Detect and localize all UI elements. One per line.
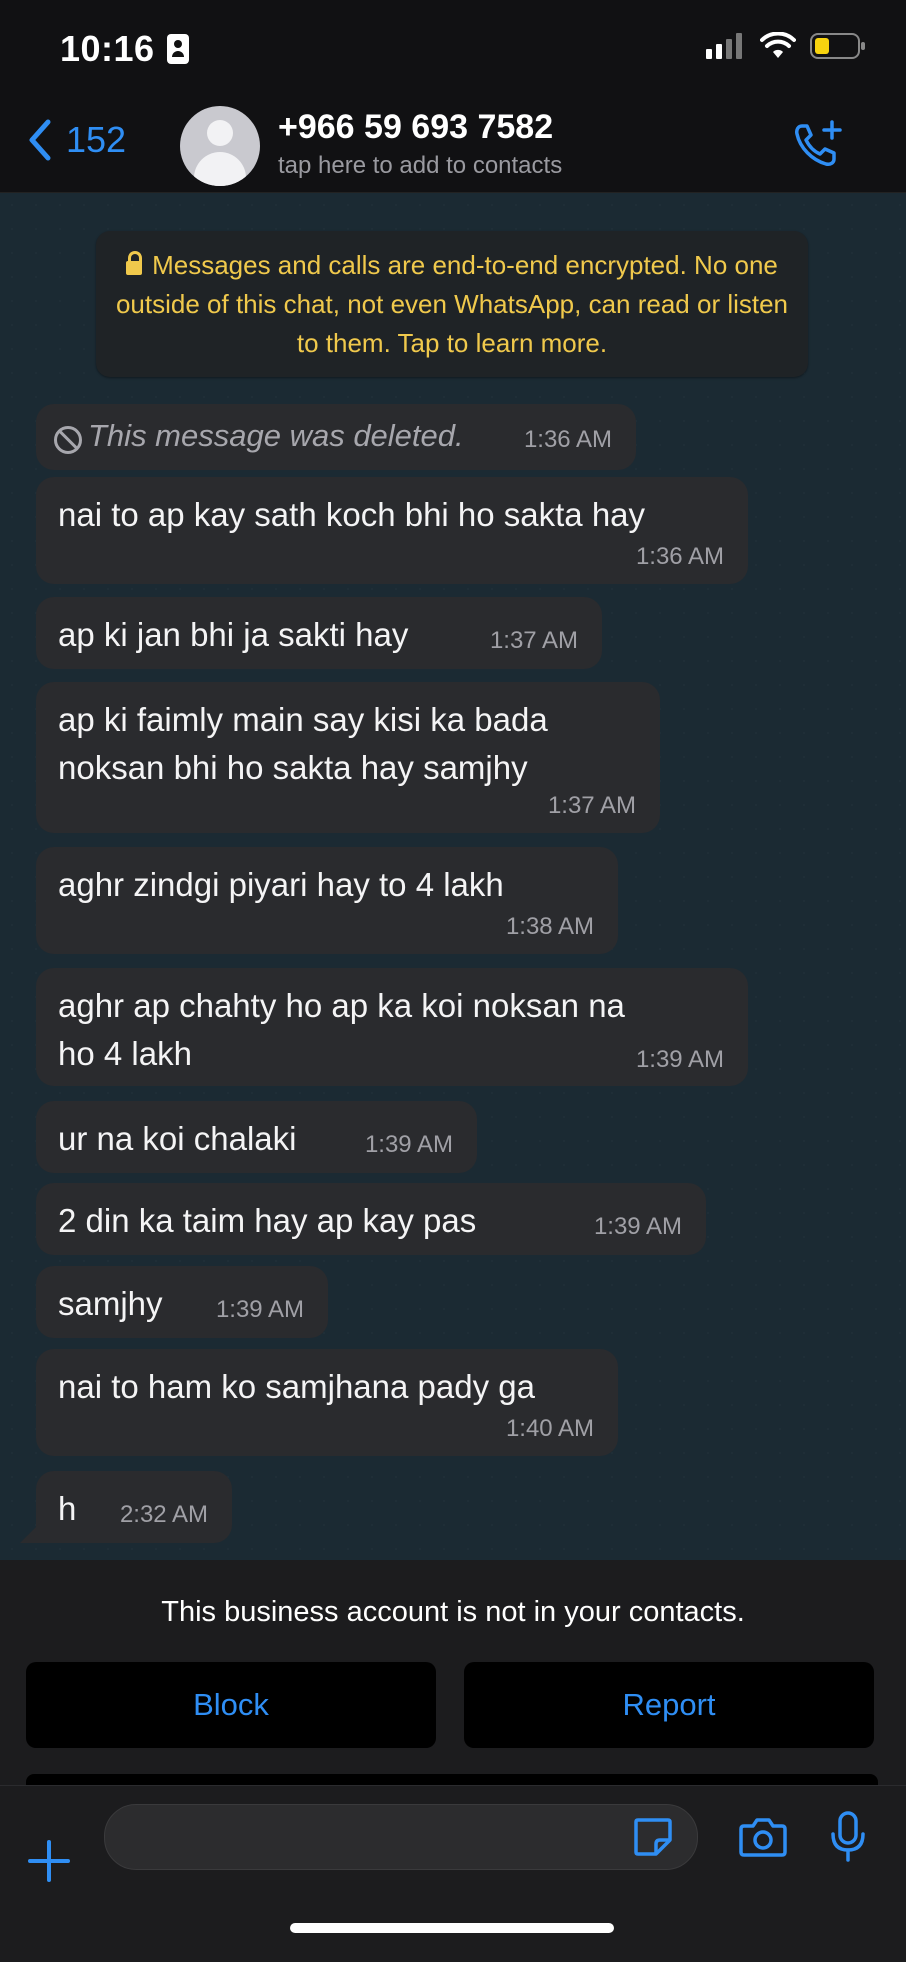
message-bubble[interactable]: aghr zindgi piyari hay to 4 lakh 1:38 AM <box>36 847 618 954</box>
message-time: 1:39 AM <box>635 1046 724 1073</box>
wifi-icon <box>760 32 796 58</box>
message-bubble[interactable]: 2 din ka taim hay ap kay pas 1:39 AM <box>36 1183 706 1255</box>
back-button[interactable]: 152 <box>26 118 126 162</box>
status-bar: 10:16 <box>0 0 906 100</box>
message-time: 1:37 AM <box>547 792 636 819</box>
message-text: nai to ham ko samjhana pady ga <box>58 1368 535 1405</box>
message-bubble[interactable]: nai to ham ko samjhana pady ga 1:40 AM <box>36 1349 618 1456</box>
message-bubble[interactable]: samjhy 1:39 AM <box>36 1266 328 1338</box>
deleted-message-icon <box>54 426 82 454</box>
battery-icon <box>810 33 865 59</box>
message-text-line1: ap ki faimly main say kisi ka bada <box>58 701 548 738</box>
encryption-notice[interactable]: Messages and calls are end-to-end encryp… <box>96 231 808 377</box>
message-bubble[interactable]: aghr ap chahty ho ap ka koi noksan na ho… <box>36 968 748 1086</box>
message-input-bar <box>0 1785 906 1962</box>
message-text: h <box>58 1490 77 1527</box>
message-text: samjhy <box>58 1285 163 1322</box>
message-bubble-deleted[interactable]: This message was deleted. 1:36 AM <box>36 404 636 470</box>
contact-name[interactable]: +966 59 693 7582 <box>278 108 553 147</box>
sticker-icon[interactable] <box>632 1816 674 1858</box>
contact-subtitle[interactable]: tap here to add to contacts <box>278 152 562 180</box>
microphone-icon[interactable] <box>828 1810 868 1864</box>
camera-icon[interactable] <box>738 1816 788 1858</box>
message-text-line1: aghr ap chahty ho ap ka koi noksan na <box>58 987 625 1024</box>
message-time: 1:38 AM <box>505 913 594 940</box>
message-text-line2: noksan bhi ho sakta hay samjhy <box>58 749 528 786</box>
plus-icon[interactable] <box>26 1838 72 1884</box>
message-bubble[interactable]: ur na koi chalaki 1:39 AM <box>36 1101 477 1173</box>
avatar-head-shape <box>207 120 233 146</box>
message-time: 1:39 AM <box>215 1296 304 1323</box>
signal-icon <box>706 33 742 59</box>
chat-header: 152 +966 59 693 7582 tap here to add to … <box>0 100 906 193</box>
home-indicator[interactable] <box>290 1923 614 1933</box>
message-text: ur na koi chalaki <box>58 1120 297 1157</box>
message-text: nai to ap kay sath koch bhi ho sakta hay <box>58 496 646 533</box>
status-time: 10:16 <box>60 28 189 70</box>
message-text: ap ki jan bhi ja sakti hay <box>58 616 409 653</box>
message-time: 1:37 AM <box>489 627 578 654</box>
message-time: 2:32 AM <box>119 1501 208 1528</box>
message-time: 1:36 AM <box>523 426 612 453</box>
bubble-tail <box>20 1521 42 1543</box>
add-call-icon[interactable] <box>792 118 844 170</box>
business-account-panel: This business account is not in your con… <box>0 1560 906 1786</box>
message-text: This message was deleted. <box>88 418 464 453</box>
message-time: 1:40 AM <box>505 1415 594 1442</box>
message-text: aghr zindgi piyari hay to 4 lakh <box>58 866 504 903</box>
message-time: 1:39 AM <box>364 1131 453 1158</box>
block-button[interactable]: Block <box>26 1662 436 1748</box>
message-time: 1:39 AM <box>593 1213 682 1240</box>
status-icons <box>706 32 866 60</box>
contact-card-icon <box>166 34 189 64</box>
message-bubble[interactable]: ap ki faimly main say kisi ka bada noksa… <box>36 682 660 833</box>
message-text-line2: ho 4 lakh <box>58 1035 192 1072</box>
message-bubble[interactable]: ap ki jan bhi ja sakti hay 1:37 AM <box>36 597 602 669</box>
avatar[interactable] <box>180 106 260 186</box>
back-count: 152 <box>66 119 127 160</box>
time-label: 10:16 <box>60 28 155 69</box>
report-button[interactable]: Report <box>464 1662 874 1748</box>
business-notice: This business account is not in your con… <box>161 1596 745 1628</box>
message-time: 1:36 AM <box>635 543 724 570</box>
message-input[interactable] <box>104 1804 698 1870</box>
encryption-notice-text: Messages and calls are end-to-end encryp… <box>115 249 789 358</box>
message-bubble-last[interactable]: h 2:32 AM <box>20 1471 232 1543</box>
chat-area[interactable]: Messages and calls are end-to-end encryp… <box>0 193 906 1560</box>
lock-icon <box>126 250 143 275</box>
chevron-left-icon <box>29 119 51 161</box>
message-text: 2 din ka taim hay ap kay pas <box>58 1202 477 1239</box>
message-bubble[interactable]: nai to ap kay sath koch bhi ho sakta hay… <box>36 477 748 584</box>
avatar-body-shape <box>194 152 246 186</box>
